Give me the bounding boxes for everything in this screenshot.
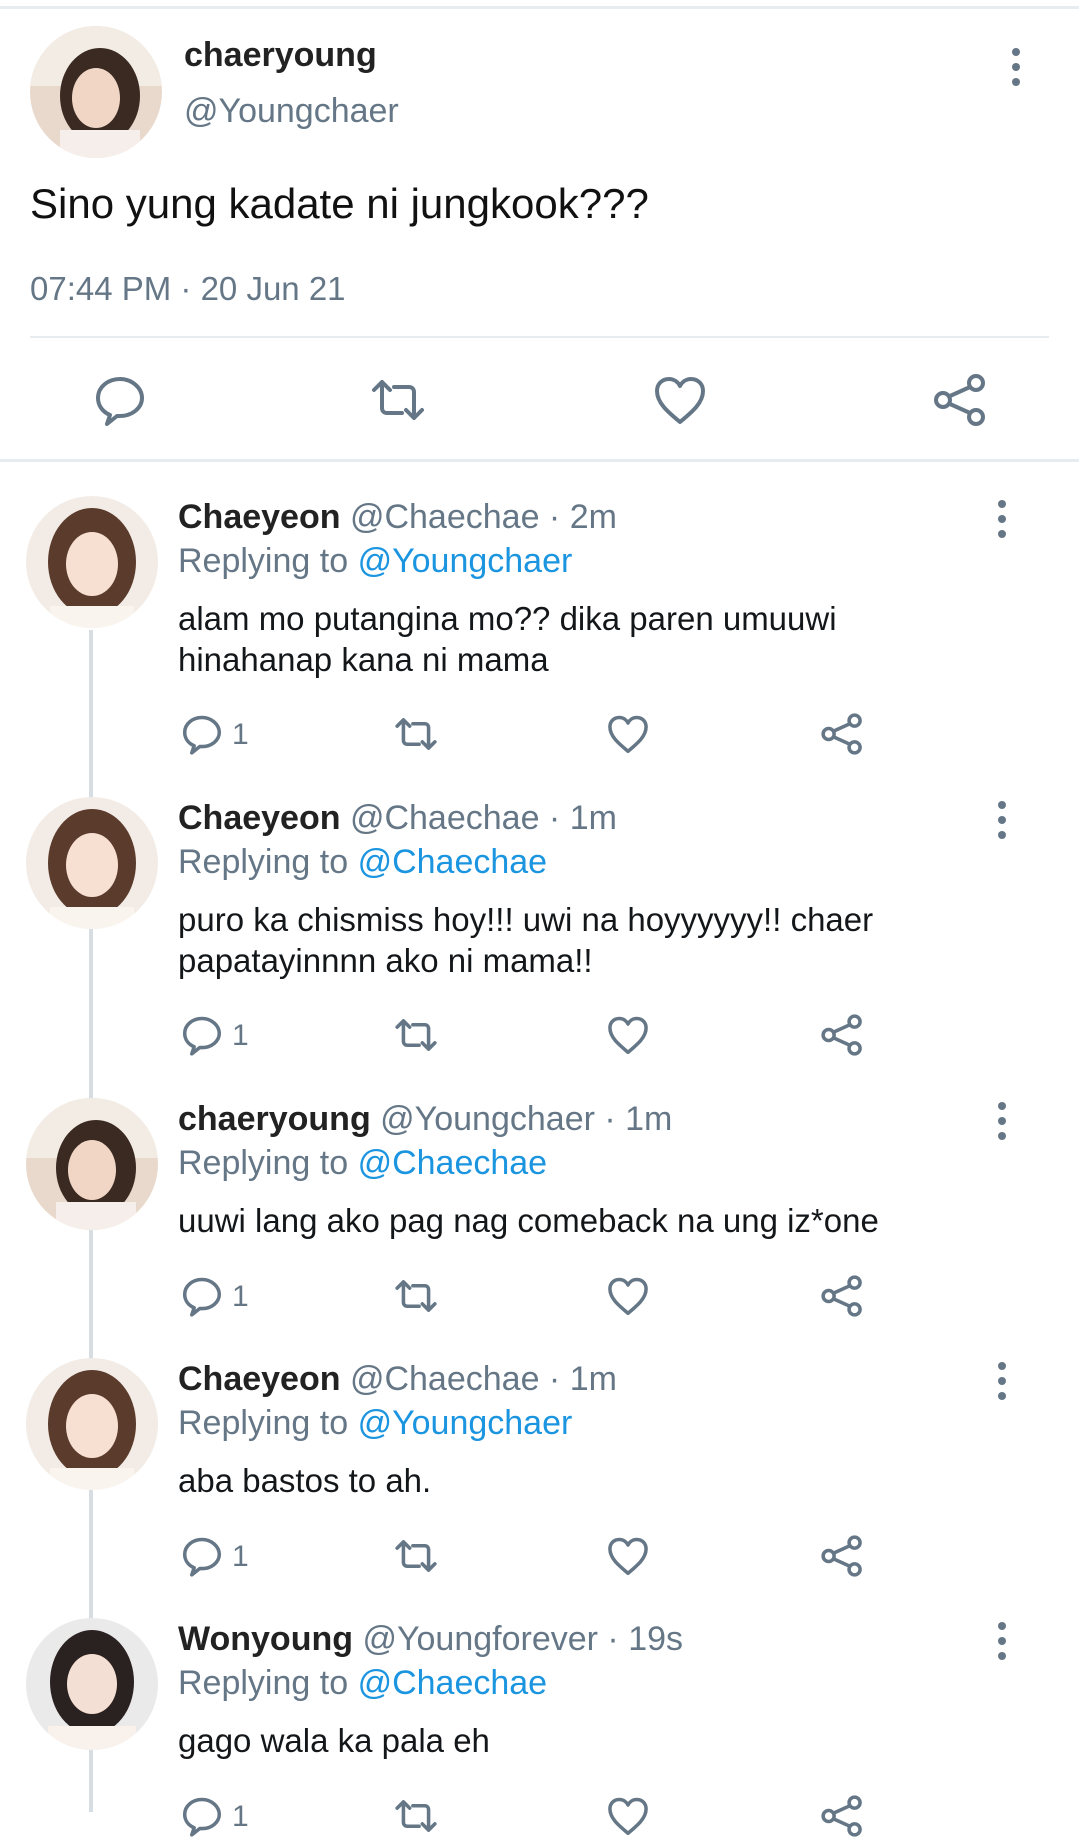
reply-text: puro ka chismiss hoy!!! uwi na hoyyyyyy!… [178, 899, 1038, 981]
reply-text-line: aba bastos to ah. [178, 1462, 432, 1499]
reply-text: alam mo putangina mo?? dika paren umuuwi… [178, 598, 1038, 680]
share-icon[interactable] [820, 712, 864, 756]
display-name[interactable]: Chaeyeon [178, 1360, 341, 1398]
reply-count: 1 [232, 1800, 249, 1833]
avatar[interactable] [30, 26, 162, 158]
reply-header: Chaeyeon @Chaechae · 1m [178, 1360, 617, 1399]
reply-text-line: puro ka chismiss hoy!!! uwi na hoyyyyyy!… [178, 901, 874, 938]
reply-icon[interactable] [180, 1013, 224, 1057]
retweet-icon[interactable] [370, 372, 426, 428]
reply-item[interactable]: chaeryoung @Youngchaer · 1m Replying to … [0, 1098, 1079, 1348]
reply-header: Chaeyeon @Chaechae · 2m [178, 498, 617, 537]
handle-time: @Youngforever · 19s [362, 1620, 684, 1658]
display-name[interactable]: chaeryoung [184, 36, 377, 75]
reply-icon[interactable] [180, 712, 224, 756]
reply-header: Chaeyeon @Chaechae · 1m [178, 799, 617, 838]
reply-count: 1 [232, 1540, 249, 1573]
replying-to: Replying to @Chaechae [178, 1144, 547, 1183]
section-divider [0, 459, 1079, 462]
replying-prefix: Replying to [178, 1144, 349, 1182]
reply-text: uuwi lang ako pag nag comeback na ung iz… [178, 1200, 1038, 1241]
share-icon[interactable] [820, 1534, 864, 1578]
like-icon[interactable] [652, 372, 708, 428]
share-icon[interactable] [820, 1013, 864, 1057]
reply-header: Wonyoung @Youngforever · 19s [178, 1620, 683, 1659]
retweet-icon[interactable] [394, 1013, 438, 1057]
reply-icon[interactable] [180, 1274, 224, 1318]
reply-item[interactable]: Wonyoung @Youngforever · 19s Replying to… [0, 1618, 1079, 1837]
tweet-text: Sino yung kadate ni jungkook??? [30, 180, 649, 227]
replying-prefix: Replying to [178, 1664, 349, 1702]
like-icon[interactable] [606, 1274, 650, 1318]
display-name[interactable]: Chaeyeon [178, 498, 341, 536]
reply-icon[interactable] [92, 372, 148, 428]
mention-link[interactable]: @Chaechae [358, 1664, 548, 1702]
handle[interactable]: @Youngchaer [184, 92, 399, 131]
reply-count: 1 [232, 1280, 249, 1313]
reply-text: aba bastos to ah. [178, 1460, 1038, 1501]
replying-to: Replying to @Chaechae [178, 843, 547, 882]
mention-link[interactable]: @Youngchaer [358, 542, 573, 580]
reply-count: 1 [232, 1019, 249, 1052]
reply-text-line: gago wala ka pala eh [178, 1722, 490, 1759]
like-icon[interactable] [606, 1534, 650, 1578]
tweet-timestamp: 07:44 PM · 20 Jun 21 [30, 270, 346, 307]
display-name[interactable]: Chaeyeon [178, 799, 341, 837]
reply-icon[interactable] [180, 1534, 224, 1578]
retweet-icon[interactable] [394, 1274, 438, 1318]
replying-prefix: Replying to [178, 843, 349, 881]
handle-time: @Chaechae · 1m [349, 1360, 617, 1398]
reply-item[interactable]: Chaeyeon @Chaechae · 1m Replying to @You… [0, 1358, 1079, 1608]
more-options-icon[interactable] [998, 1102, 1006, 1147]
retweet-icon[interactable] [394, 712, 438, 756]
retweet-icon[interactable] [394, 1534, 438, 1578]
reply-text-line: alam mo putangina mo?? dika paren umuuwi [178, 600, 837, 637]
more-options-icon[interactable] [998, 500, 1006, 545]
avatar[interactable] [26, 496, 158, 628]
replying-to: Replying to @Youngchaer [178, 1404, 572, 1443]
more-options-icon[interactable] [998, 1362, 1006, 1407]
like-icon[interactable] [606, 1013, 650, 1057]
avatar[interactable] [26, 1098, 158, 1230]
avatar[interactable] [26, 1618, 158, 1750]
reply-text-line: hinahanap kana ni mama [178, 641, 549, 678]
handle-time: @Chaechae · 2m [349, 498, 617, 536]
replying-prefix: Replying to [178, 542, 349, 580]
replying-to: Replying to @Youngchaer [178, 542, 572, 581]
display-name[interactable]: chaeryoung [178, 1100, 371, 1138]
mention-link[interactable]: @Youngchaer [358, 1404, 573, 1442]
more-options-icon[interactable] [1012, 48, 1020, 93]
replying-to: Replying to @Chaechae [178, 1664, 547, 1703]
reply-text: gago wala ka pala eh [178, 1720, 1038, 1761]
share-icon[interactable] [820, 1274, 864, 1318]
share-icon[interactable] [820, 1794, 864, 1838]
avatar[interactable] [26, 1358, 158, 1490]
reply-icon[interactable] [180, 1794, 224, 1838]
divider [30, 336, 1049, 338]
main-tweet: chaeryoung @Youngchaer Sino yung kadate … [0, 0, 1079, 462]
handle-time: @Youngchaer · 1m [380, 1100, 673, 1138]
more-options-icon[interactable] [998, 801, 1006, 846]
reply-item[interactable]: Chaeyeon @Chaechae · 2m Replying to @You… [0, 496, 1079, 786]
mention-link[interactable]: @Chaechae [358, 1144, 548, 1182]
mention-link[interactable]: @Chaechae [358, 843, 548, 881]
more-options-icon[interactable] [998, 1622, 1006, 1667]
retweet-icon[interactable] [394, 1794, 438, 1838]
reply-count: 1 [232, 718, 249, 751]
replying-prefix: Replying to [178, 1404, 349, 1442]
share-icon[interactable] [932, 372, 988, 428]
handle-time: @Chaechae · 1m [349, 799, 617, 837]
like-icon[interactable] [606, 1794, 650, 1838]
reply-text-line: uuwi lang ako pag nag comeback na ung iz… [178, 1202, 879, 1239]
reply-text-line: papatayinnnn ako ni mama!! [178, 942, 593, 979]
avatar[interactable] [26, 797, 158, 929]
like-icon[interactable] [606, 712, 650, 756]
reply-header: chaeryoung @Youngchaer · 1m [178, 1100, 672, 1139]
reply-item[interactable]: Chaeyeon @Chaechae · 1m Replying to @Cha… [0, 797, 1079, 1087]
display-name[interactable]: Wonyoung [178, 1620, 353, 1658]
